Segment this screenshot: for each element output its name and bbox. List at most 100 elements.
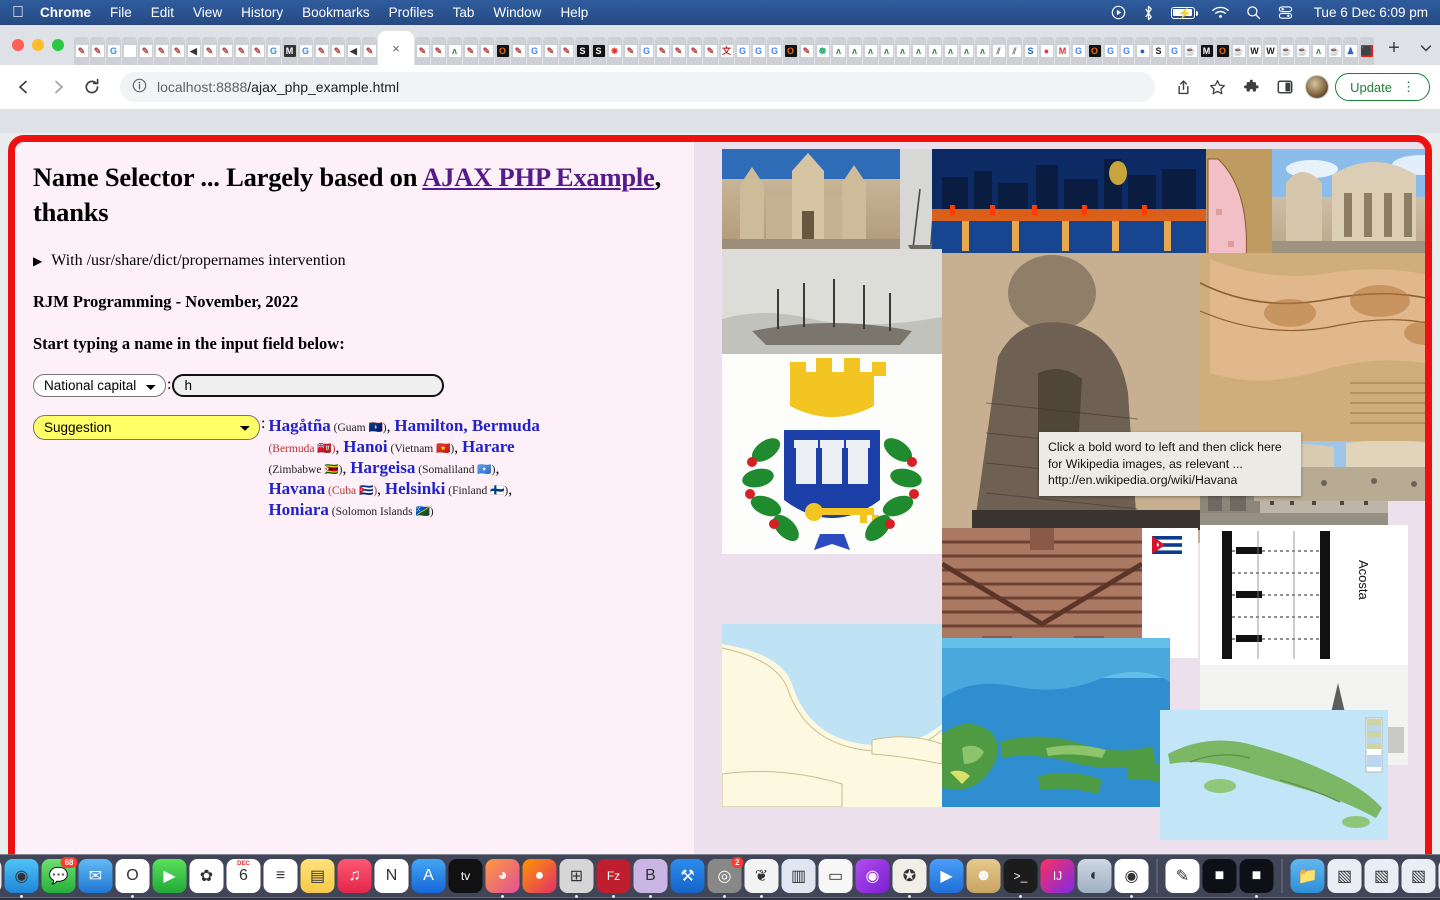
tab[interactable]: ☕ xyxy=(1231,37,1246,65)
tab[interactable]: ✎ xyxy=(479,37,494,65)
tab[interactable] xyxy=(122,37,137,65)
tab[interactable]: M xyxy=(282,37,297,65)
tab[interactable]: ◀ xyxy=(186,37,201,65)
dock-item-intellij-idea[interactable]: IJ xyxy=(1040,859,1075,893)
tab[interactable]: ✎ xyxy=(671,37,686,65)
tab[interactable]: G xyxy=(639,37,654,65)
dock-item-calculator[interactable]: ⊞ xyxy=(559,859,594,893)
tab[interactable]: ♟ xyxy=(1343,37,1358,65)
tab[interactable]: ☕ xyxy=(1279,37,1294,65)
tab[interactable]: G xyxy=(1167,37,1182,65)
apple-logo-icon[interactable]:  xyxy=(12,4,24,21)
tab[interactable]: G xyxy=(1119,37,1134,65)
tab[interactable]: ✎ xyxy=(154,37,169,65)
menu-item-file[interactable]: File xyxy=(110,5,132,20)
tab-search-icon[interactable] xyxy=(1412,34,1440,62)
tab[interactable]: ✎ xyxy=(362,37,377,65)
tab[interactable]: ✎ xyxy=(431,37,446,65)
tab[interactable]: ✎ xyxy=(170,37,185,65)
window-traffic-lights[interactable] xyxy=(10,25,74,65)
tab[interactable]: G xyxy=(266,37,281,65)
menu-item-history[interactable]: History xyxy=(241,5,283,20)
menu-item-profiles[interactable]: Profiles xyxy=(389,5,434,20)
dock-item-downloads-folder[interactable]: 📁 xyxy=(1290,859,1325,893)
mosaic-image-portrait-engraving[interactable] xyxy=(942,253,1200,543)
suggestion-city[interactable]: Hanoi xyxy=(343,437,387,456)
tab[interactable]: ʌ xyxy=(959,37,974,65)
tab[interactable]: ʌ xyxy=(847,37,862,65)
screen-record-icon[interactable] xyxy=(1111,5,1126,20)
tab[interactable]: ✎ xyxy=(250,37,265,65)
tab[interactable]: ✎ xyxy=(218,37,233,65)
tab[interactable]: ✎ xyxy=(543,37,558,65)
name-type-select[interactable]: National capital xyxy=(33,373,166,397)
mosaic-image-cuba-island-map[interactable] xyxy=(1160,710,1388,840)
tab[interactable]: ✎ xyxy=(799,37,814,65)
tab[interactable]: G xyxy=(751,37,766,65)
dock-item-minimized-window-2[interactable]: ▧ xyxy=(1364,859,1399,893)
menu-item-edit[interactable]: Edit xyxy=(151,5,174,20)
dock-item-preview[interactable]: ◐ xyxy=(1077,859,1112,893)
tab-list[interactable]: ✎ ✎ G ✎ ✎ ✎ ◀ ✎ ✎ ✎ ✎ G M G ✎ ✎ ◀ ✎ × ✎ ✎ ʌ ✎ ✎ O ✎ G ✎ ✎ S S ✵ ✎ G ✎ ✎ ✎ ✎ 文 G… xyxy=(74,31,1374,65)
back-button[interactable] xyxy=(10,73,38,101)
dock-item-mail[interactable]: ✉ xyxy=(78,859,113,893)
dock-item-minimized-window-3[interactable]: ▧ xyxy=(1401,859,1436,893)
close-window-button[interactable] xyxy=(12,39,24,51)
menu-item-window[interactable]: Window xyxy=(493,5,541,20)
tab[interactable]: ✎ xyxy=(687,37,702,65)
tab[interactable]: ✎ xyxy=(314,37,329,65)
tab[interactable]: G xyxy=(735,37,750,65)
suggestion-city[interactable]: Honiara xyxy=(268,500,328,519)
update-button[interactable]: Update ⋮ xyxy=(1335,73,1430,101)
dock-item-chrome[interactable]: ◉ xyxy=(1114,859,1149,893)
menu-item-help[interactable]: Help xyxy=(560,5,588,20)
mosaic-image-architectural-plan[interactable] xyxy=(1200,525,1408,665)
tab[interactable]: M xyxy=(1055,37,1070,65)
tab[interactable]: O xyxy=(495,37,510,65)
overflow-menu-icon[interactable]: ⋮ xyxy=(1402,79,1415,95)
reload-button[interactable] xyxy=(78,73,106,101)
tab[interactable]: ✎ xyxy=(623,37,638,65)
suggestion-city[interactable]: Helsinki xyxy=(385,479,445,498)
dock-item-calendar[interactable]: 6 DEC xyxy=(226,859,261,893)
suggestion-city[interactable]: Hamilton, Bermuda xyxy=(394,416,539,435)
tab[interactable]: ✎ xyxy=(463,37,478,65)
forward-button[interactable] xyxy=(44,73,72,101)
dock-item-pages[interactable]: ▭ xyxy=(818,859,853,893)
dock-item-notes[interactable]: ▤ xyxy=(300,859,335,893)
mosaic-image-gran-teatro[interactable] xyxy=(1272,149,1425,253)
dock-item-textedit[interactable]: ✎ xyxy=(1165,859,1200,893)
tab[interactable]: G xyxy=(1071,37,1086,65)
dock-item-bbedit[interactable]: B xyxy=(633,859,668,893)
dock-item-gimp[interactable]: ✪ xyxy=(892,859,927,893)
menu-item-chrome[interactable]: Chrome xyxy=(40,5,91,20)
tab[interactable]: 文 xyxy=(719,37,734,65)
spotlight-search-icon[interactable] xyxy=(1246,5,1261,20)
menu-bar-clock[interactable]: Tue 6 Dec 6:09 pm xyxy=(1314,5,1428,20)
tab[interactable]: ʌ xyxy=(879,37,894,65)
mosaic-image-cathedral[interactable] xyxy=(722,149,900,249)
tab[interactable]: ʌ xyxy=(943,37,958,65)
name-search-input[interactable] xyxy=(172,373,445,397)
tab[interactable]: ✎ xyxy=(511,37,526,65)
tab[interactable]: ʌ xyxy=(863,37,878,65)
tab[interactable]: ✎ xyxy=(202,37,217,65)
site-info-icon[interactable] xyxy=(132,78,147,96)
tab[interactable]: ✎ xyxy=(703,37,718,65)
tab[interactable]: ʌ xyxy=(831,37,846,65)
tab[interactable]: ☕ xyxy=(1327,37,1342,65)
dock-item-opera[interactable]: O xyxy=(115,859,150,893)
tab[interactable]: O xyxy=(1087,37,1102,65)
dock-item-screen-sharing[interactable]: ▥ xyxy=(781,859,816,893)
tab[interactable]: S xyxy=(1151,37,1166,65)
tab[interactable]: G xyxy=(1103,37,1118,65)
dock-item-terminal[interactable]: >_ xyxy=(1003,859,1038,893)
tab[interactable]: O xyxy=(1215,37,1230,65)
mosaic-image-caribbean-relief-map[interactable] xyxy=(942,638,1170,807)
disclosure-row[interactable]: ▶ With /usr/share/dict/propernames inter… xyxy=(33,252,674,270)
dock-item-podcasts-art[interactable]: ◕ xyxy=(485,859,520,893)
mosaic-image-natives-boat[interactable] xyxy=(722,249,942,354)
tab[interactable]: O xyxy=(783,37,798,65)
tab[interactable]: ✎ xyxy=(234,37,249,65)
share-icon[interactable] xyxy=(1169,73,1197,101)
